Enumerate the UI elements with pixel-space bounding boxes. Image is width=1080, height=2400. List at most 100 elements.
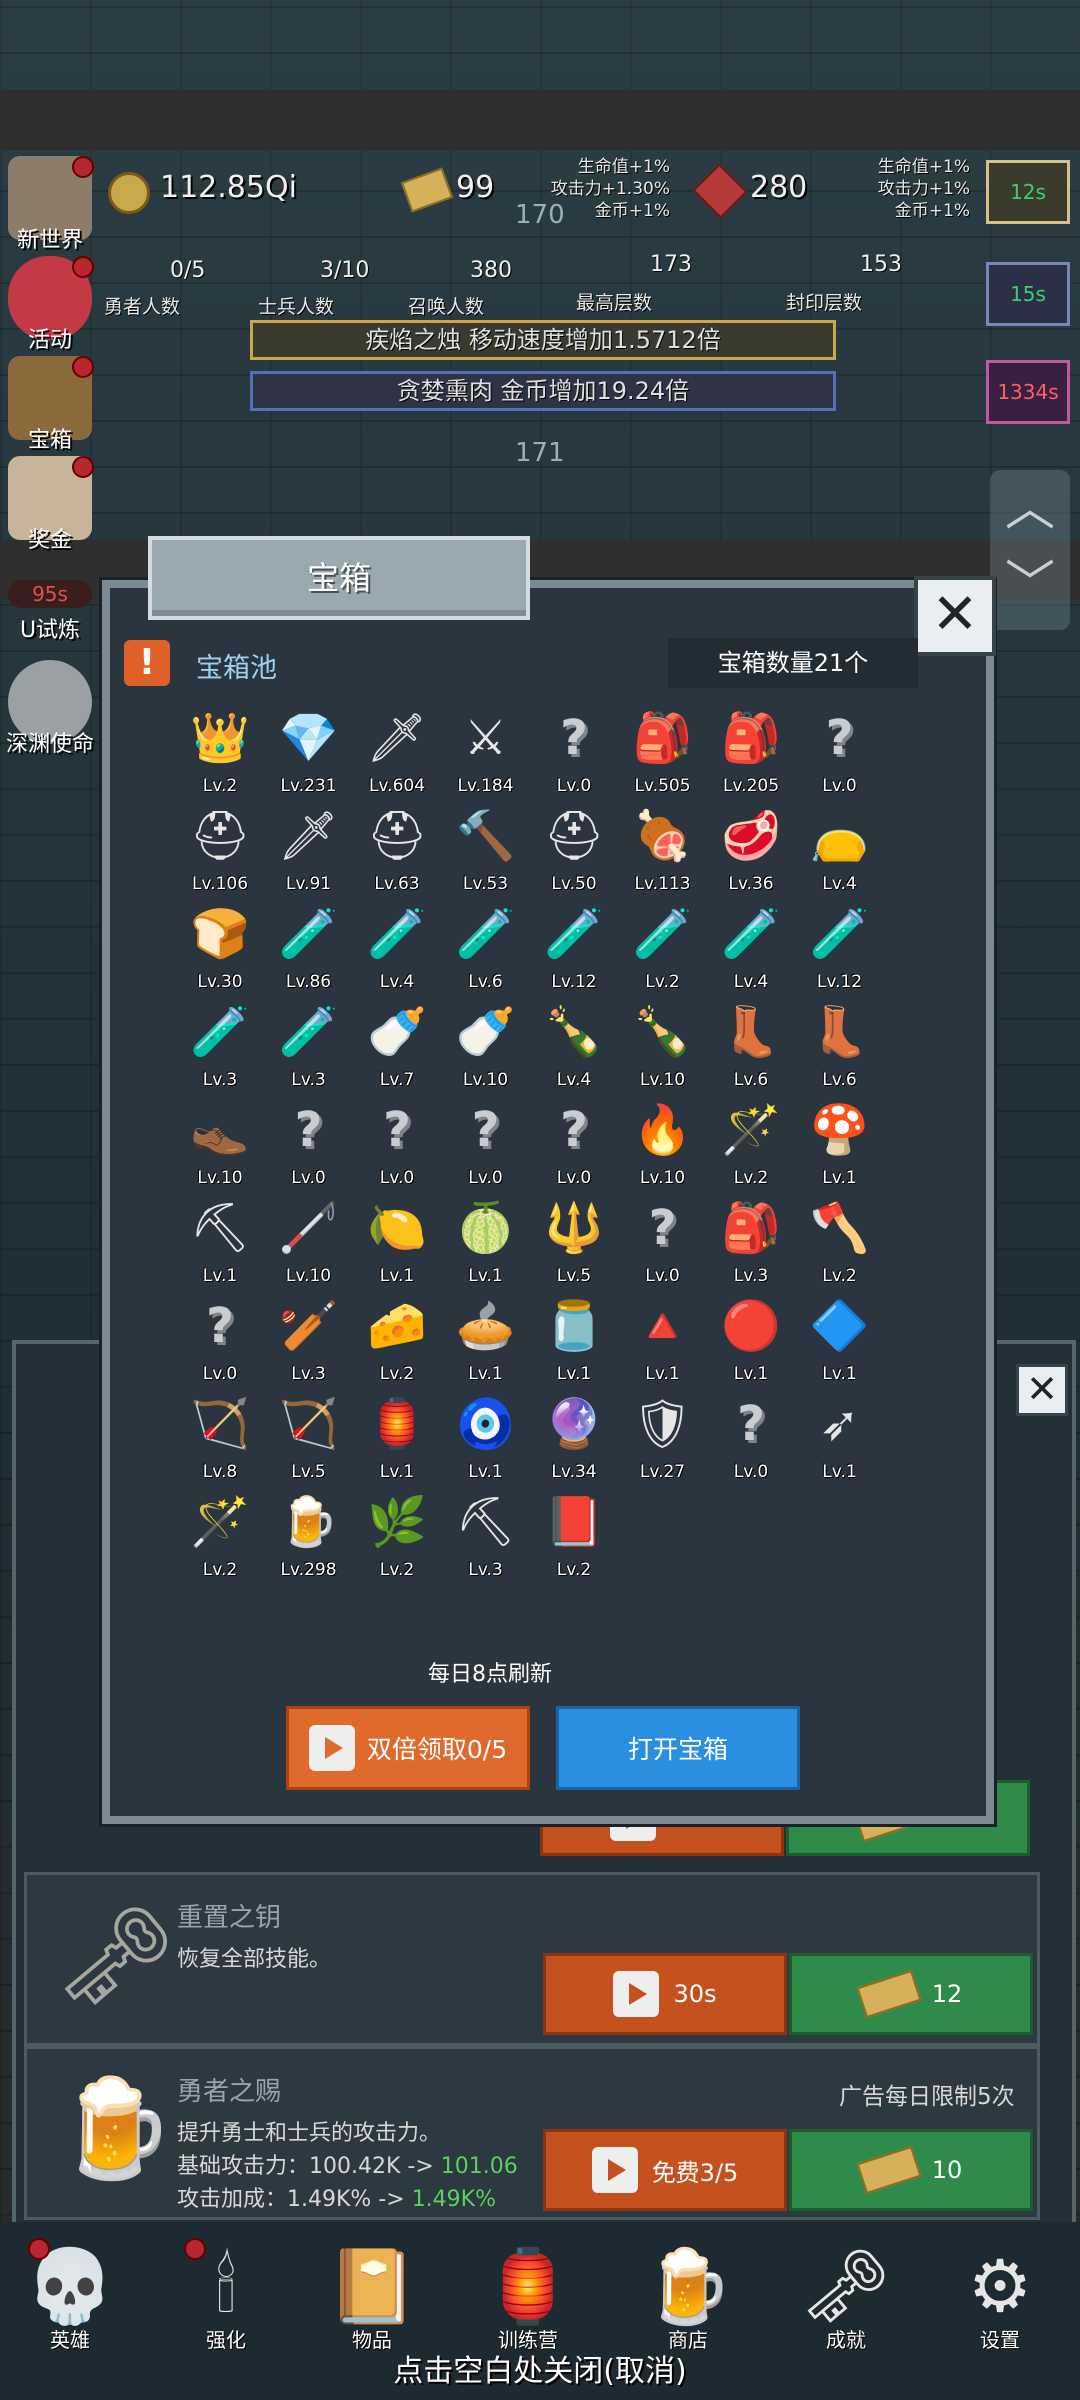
open-chest-button[interactable]: 打开宝箱	[556, 1706, 800, 1790]
chest-item[interactable]: 🍖 Lv.113	[623, 804, 703, 904]
boot-icon: 👢	[809, 1004, 870, 1060]
chest-item[interactable]: ? Lv.0	[446, 1098, 526, 1198]
chest-item[interactable]: 🔴 Lv.1	[711, 1294, 791, 1394]
close-icon[interactable]: ✕	[1016, 1364, 1068, 1416]
bottom-nav-item[interactable]: 🗝 成就	[776, 2238, 916, 2353]
chest-item[interactable]: 🦯 Lv.10	[269, 1196, 349, 1296]
chest-item[interactable]: ? Lv.0	[357, 1098, 437, 1198]
ad-button[interactable]: 30s	[543, 1953, 787, 2035]
chest-item[interactable]: 🍄 Lv.1	[800, 1098, 880, 1198]
chest-item[interactable]: 🧪 Lv.2	[623, 902, 703, 1002]
chest-item[interactable]: 🔱 Lv.5	[534, 1196, 614, 1296]
chest-item[interactable]: 🍼 Lv.10	[446, 1000, 526, 1100]
chest-item[interactable]: 🔷 Lv.1	[800, 1294, 880, 1394]
chest-item[interactable]: 🎒 Lv.505	[623, 706, 703, 806]
bottom-nav-item[interactable]: 🏮 训练营	[458, 2238, 598, 2353]
bottom-nav-item[interactable]: 🍺 商店	[618, 2238, 758, 2353]
chest-item[interactable]: 🧪 Lv.6	[446, 902, 526, 1002]
info-icon[interactable]: !	[124, 640, 170, 686]
buy-button[interactable]: 12	[789, 1953, 1033, 2035]
bottom-nav-item[interactable]: 🕯 强化	[156, 2238, 296, 2353]
buff-timer[interactable]: 1334s	[986, 360, 1070, 424]
chest-item[interactable]: ⛏ Lv.1	[180, 1196, 260, 1296]
buff-timer[interactable]: 15s	[986, 262, 1070, 326]
ad-button[interactable]: 免费3/5	[543, 2129, 787, 2211]
chest-item[interactable]: ⛑ Lv.50	[534, 804, 614, 904]
chest-item[interactable]: 🫙 Lv.1	[534, 1294, 614, 1394]
chest-item[interactable]: 🗡 Lv.604	[357, 706, 437, 806]
chest-item[interactable]: 🥧 Lv.1	[446, 1294, 526, 1394]
chest-item[interactable]: 🛡 Lv.27	[623, 1392, 703, 1492]
left-nav-new-world[interactable]: 新世界	[0, 156, 100, 254]
chest-item[interactable]: 🧿 Lv.1	[446, 1392, 526, 1492]
chest-item[interactable]: 🧀 Lv.2	[357, 1294, 437, 1394]
double-claim-button[interactable]: 双倍领取0/5	[286, 1706, 530, 1790]
chest-item[interactable]: 🧪 Lv.86	[269, 902, 349, 1002]
chest-item[interactable]: 👑 Lv.2	[180, 706, 260, 806]
chevron-down-icon[interactable]: ﹀	[990, 546, 1070, 622]
bottom-nav-item[interactable]: 💀 英雄	[0, 2238, 140, 2353]
buff-timer[interactable]: 12s	[986, 160, 1070, 224]
chest-item[interactable]: 🔮 Lv.34	[534, 1392, 614, 1492]
chest-item[interactable]: ➶ Lv.1	[800, 1392, 880, 1492]
chest-item[interactable]: 🗡 Lv.91	[269, 804, 349, 904]
scroll-arrows[interactable]: ︿ ﹀	[990, 470, 1070, 630]
chest-item[interactable]: 🏏 Lv.3	[269, 1294, 349, 1394]
chest-item[interactable]: 🪄 Lv.2	[711, 1098, 791, 1198]
item-level: Lv.6	[468, 972, 503, 992]
left-nav-trial[interactable]: 95s U试炼	[0, 580, 100, 644]
chest-item[interactable]: ? Lv.0	[800, 706, 880, 806]
chest-item[interactable]: 🧪 Lv.4	[357, 902, 437, 1002]
chest-item[interactable]: ? Lv.0	[623, 1196, 703, 1296]
chest-item[interactable]: 🧪 Lv.3	[269, 1000, 349, 1100]
vial-icon: 🍼	[367, 1004, 427, 1060]
chest-item[interactable]: ? Lv.0	[180, 1294, 260, 1394]
bottom-nav-item[interactable]: ⚙ 设置	[930, 2238, 1070, 2353]
chest-item[interactable]: ? Lv.0	[711, 1392, 791, 1492]
chest-item[interactable]: 🔥 Lv.10	[623, 1098, 703, 1198]
chest-item[interactable]: 🍺 Lv.298	[269, 1490, 349, 1590]
chest-item[interactable]: 🔺 Lv.1	[623, 1294, 703, 1394]
chest-item[interactable]: 📕 Lv.2	[534, 1490, 614, 1590]
chest-item[interactable]: 👢 Lv.6	[800, 1000, 880, 1100]
chest-item[interactable]: 🏹 Lv.5	[269, 1392, 349, 1492]
chest-item[interactable]: 👝 Lv.4	[800, 804, 880, 904]
chest-item[interactable]: 🏮 Lv.1	[357, 1392, 437, 1492]
left-nav-abyss[interactable]: 深渊使命	[0, 660, 100, 758]
chest-item[interactable]: 🧪 Lv.3	[180, 1000, 260, 1100]
chest-item[interactable]: ⛑ Lv.63	[357, 804, 437, 904]
close-hint[interactable]: 点击空白处关闭(取消)	[0, 2346, 1080, 2390]
chest-item[interactable]: 🪄 Lv.2	[180, 1490, 260, 1590]
chest-item[interactable]: ? Lv.0	[534, 1098, 614, 1198]
chest-item[interactable]: 🎒 Lv.205	[711, 706, 791, 806]
chest-item[interactable]: 🔨 Lv.53	[446, 804, 526, 904]
chevron-up-icon[interactable]: ︿	[990, 470, 1070, 546]
left-nav-bonus[interactable]: 奖金	[0, 456, 100, 554]
bottom-nav-item[interactable]: 📔 物品	[302, 2238, 442, 2353]
chest-item[interactable]: 🏹 Lv.8	[180, 1392, 260, 1492]
chest-item[interactable]: 🪓 Lv.2	[800, 1196, 880, 1296]
chest-item[interactable]: 🍾 Lv.4	[534, 1000, 614, 1100]
chest-item[interactable]: 💎 Lv.231	[269, 706, 349, 806]
chest-item[interactable]: 🧪 Lv.12	[800, 902, 880, 1002]
chest-item[interactable]: 🎒 Lv.3	[711, 1196, 791, 1296]
chest-item[interactable]: 🥩 Lv.36	[711, 804, 791, 904]
buy-button[interactable]: 10	[789, 2129, 1033, 2211]
chest-item[interactable]: ? Lv.0	[534, 706, 614, 806]
chest-item[interactable]: 🍼 Lv.7	[357, 1000, 437, 1100]
chest-item[interactable]: 🍋 Lv.1	[357, 1196, 437, 1296]
left-nav-activity[interactable]: 活动	[0, 256, 100, 354]
chest-item[interactable]: ⚔ Lv.184	[446, 706, 526, 806]
chest-item[interactable]: ? Lv.0	[269, 1098, 349, 1198]
chest-item[interactable]: 🍈 Lv.1	[446, 1196, 526, 1296]
left-nav-chest[interactable]: 宝箱	[0, 356, 100, 454]
chest-item[interactable]: 🍾 Lv.10	[623, 1000, 703, 1100]
chest-item[interactable]: 👢 Lv.6	[711, 1000, 791, 1100]
chest-item[interactable]: 🧪 Lv.4	[711, 902, 791, 1002]
chest-item[interactable]: 🌿 Lv.2	[357, 1490, 437, 1590]
chest-item[interactable]: 🍞 Lv.30	[180, 902, 260, 1002]
chest-item[interactable]: 👞 Lv.10	[180, 1098, 260, 1198]
chest-item[interactable]: ⛏ Lv.3	[446, 1490, 526, 1590]
chest-item[interactable]: ⛑ Lv.106	[180, 804, 260, 904]
chest-item[interactable]: 🧪 Lv.12	[534, 902, 614, 1002]
